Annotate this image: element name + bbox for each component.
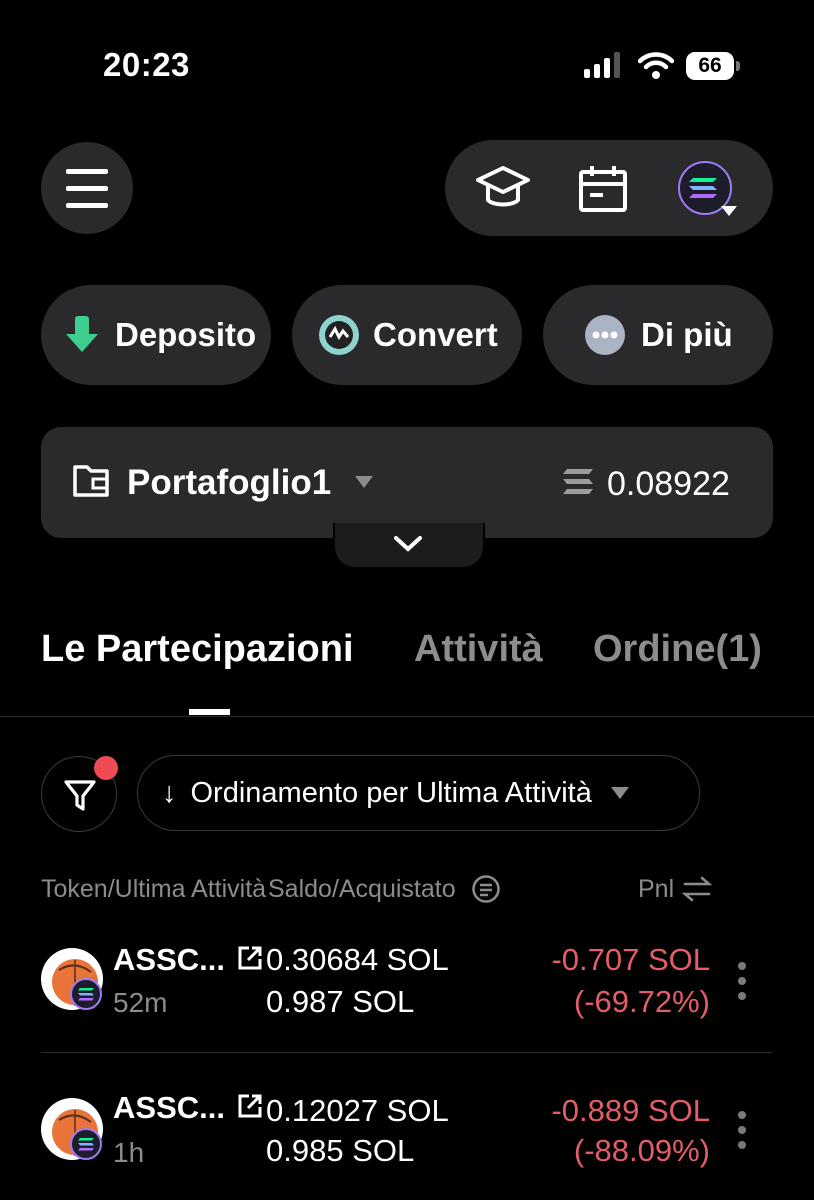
convert-icon — [319, 315, 359, 355]
battery-indicator: 66 — [686, 52, 740, 80]
caret-down-icon[interactable] — [354, 475, 374, 489]
menu-button[interactable] — [41, 142, 133, 234]
sort-selector[interactable]: ↓ Ordinamento per Ultima Attività — [137, 755, 700, 831]
column-header-pnl: Pnl — [638, 875, 675, 903]
sort-toggle-icon[interactable] — [471, 874, 501, 904]
sort-label: Ordinamento per Ultima Attività — [190, 776, 592, 809]
token-last-activity: 1h — [113, 1137, 145, 1168]
deposit-arrow-icon — [66, 316, 98, 352]
swap-icon[interactable] — [682, 875, 712, 903]
column-header-balance: Saldo/Acquistato — [268, 875, 456, 903]
tab-activity[interactable]: Attività — [414, 628, 543, 671]
graduation-cap-icon[interactable] — [473, 162, 533, 214]
top-actions-group — [445, 140, 773, 236]
wallet-balance: 0.08922 — [607, 465, 730, 503]
tabs-divider — [0, 716, 814, 717]
status-time: 20:23 — [103, 46, 190, 83]
holding-row[interactable]: ASSC... 52m 0.30684 SOL 0.987 SOL -0.707… — [0, 930, 814, 1050]
cellular-signal-icon — [584, 52, 620, 78]
token-balance: 0.12027 SOL — [266, 1093, 449, 1128]
deposit-button[interactable]: Deposito — [41, 285, 271, 385]
token-last-activity: 52m — [113, 987, 168, 1018]
solana-icon — [563, 469, 593, 494]
more-dots-icon — [585, 315, 625, 355]
solana-network-icon — [678, 161, 737, 216]
filter-icon — [64, 780, 96, 811]
chevron-down-icon — [394, 536, 422, 552]
wallet-name: Portafoglio1 — [127, 463, 332, 502]
more-button[interactable]: Di più — [543, 285, 773, 385]
token-name: ASSC... — [113, 1090, 225, 1125]
kebab-icon[interactable] — [738, 962, 748, 1007]
wallet-icon — [73, 465, 109, 497]
token-bought: 0.985 SOL — [266, 1133, 415, 1168]
active-tab-indicator — [189, 709, 230, 715]
filter-active-dot — [94, 756, 118, 780]
more-label: Di più — [641, 316, 733, 353]
column-header-token: Token/Ultima Attività — [41, 875, 267, 903]
caret-down-icon — [721, 206, 737, 216]
solana-badge-icon — [70, 978, 102, 1010]
wifi-icon — [638, 52, 674, 79]
expand-wallet-button[interactable] — [333, 523, 485, 569]
token-pnl: -0.889 SOL — [551, 1093, 710, 1128]
caret-down-icon — [610, 787, 629, 799]
convert-label: Convert — [373, 316, 498, 353]
holding-row[interactable]: ASSC... 1h 0.12027 SOL 0.985 SOL -0.889 … — [0, 1085, 814, 1200]
calendar-icon[interactable] — [575, 162, 631, 216]
token-pnl: -0.707 SOL — [551, 942, 710, 977]
token-pnl-percent: (-88.09%) — [573, 1133, 710, 1168]
network-selector[interactable] — [677, 160, 737, 220]
external-link-icon[interactable] — [236, 944, 264, 972]
token-name: ASSC... — [113, 942, 225, 977]
external-link-icon[interactable] — [236, 1092, 264, 1120]
sort-arrow-icon: ↓ — [162, 776, 177, 809]
convert-button[interactable]: Convert — [292, 285, 522, 385]
solana-badge-icon — [70, 1128, 102, 1160]
tab-orders[interactable]: Ordine(1) — [593, 628, 762, 671]
battery-level: 66 — [686, 52, 734, 80]
menu-icon — [66, 169, 108, 208]
token-pnl-percent: (-69.72%) — [573, 984, 710, 1019]
token-bought: 0.987 SOL — [266, 984, 415, 1019]
wallet-card[interactable]: Portafoglio1 0.08922 — [41, 427, 773, 538]
tab-holdings[interactable]: Le Partecipazioni — [41, 628, 354, 671]
kebab-icon[interactable] — [738, 1111, 748, 1156]
row-divider — [41, 1052, 773, 1053]
token-balance: 0.30684 SOL — [266, 942, 449, 977]
deposit-label: Deposito — [115, 316, 257, 353]
